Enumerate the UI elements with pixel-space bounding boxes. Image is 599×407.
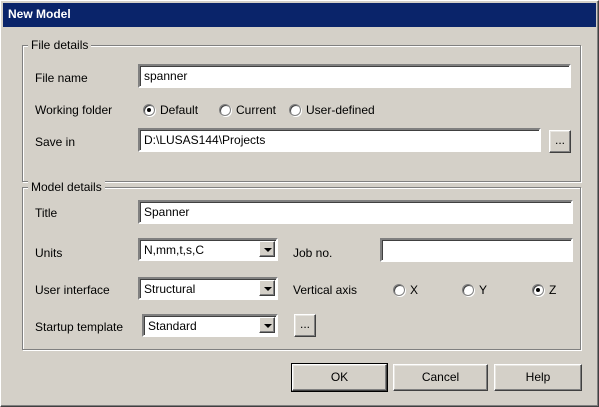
working-folder-label: Working folder (35, 103, 113, 117)
user-interface-label: User interface (35, 283, 110, 297)
file-name-input[interactable]: spanner (138, 64, 571, 88)
units-label: Units (35, 246, 63, 260)
startup-template-browse-button[interactable]: ... (294, 314, 316, 337)
ok-button[interactable]: OK (291, 363, 388, 392)
vertical-axis-label: Vertical axis (293, 283, 358, 297)
title-label: Title (35, 206, 58, 220)
cancel-button[interactable]: Cancel (393, 364, 488, 391)
startup-template-chevron-down-icon[interactable] (259, 317, 275, 333)
units-combo[interactable]: N,mm,t,s,C (138, 238, 278, 261)
startup-template-label: Startup template (35, 320, 124, 334)
user-interface-chevron-down-icon[interactable] (259, 280, 275, 296)
working-folder-user-defined-radio[interactable] (289, 104, 301, 116)
file-name-label: File name (35, 71, 88, 85)
user-interface-combo[interactable]: Structural (138, 277, 278, 300)
vertical-axis-y-radio[interactable] (462, 284, 474, 296)
user-interface-value: Structural (144, 282, 196, 296)
vertical-axis-z-radio[interactable] (532, 284, 544, 296)
working-folder-default-label[interactable]: Default (160, 103, 198, 117)
vertical-axis-x-radio[interactable] (393, 284, 405, 296)
title-input[interactable]: Spanner (138, 200, 573, 224)
vertical-axis-y-label[interactable]: Y (479, 283, 487, 297)
working-folder-current-radio[interactable] (219, 104, 231, 116)
job-no-label: Job no. (293, 246, 333, 260)
working-folder-default-radio[interactable] (143, 104, 155, 116)
save-in-browse-button[interactable]: ... (549, 130, 571, 153)
help-button[interactable]: Help (494, 364, 582, 391)
save-in-input[interactable]: D:\LUSAS144\Projects (138, 128, 541, 152)
units-chevron-down-icon[interactable] (259, 241, 275, 257)
startup-template-combo[interactable]: Standard (142, 314, 278, 337)
working-folder-user-defined-label[interactable]: User-defined (306, 103, 375, 117)
vertical-axis-x-label[interactable]: X (410, 283, 418, 297)
dialog-title: New Model (8, 7, 71, 21)
title-bar[interactable]: New Model (3, 3, 596, 27)
vertical-axis-z-label[interactable]: Z (549, 283, 556, 297)
startup-template-value: Standard (148, 319, 197, 333)
working-folder-current-label[interactable]: Current (236, 103, 276, 117)
save-in-label: Save in (35, 135, 76, 149)
model-details-legend: Model details (28, 180, 105, 194)
units-value: N,mm,t,s,C (144, 243, 204, 257)
new-model-dialog: New Model File details File name spanner… (0, 0, 599, 407)
file-details-legend: File details (28, 38, 92, 52)
job-no-input[interactable] (380, 238, 573, 262)
